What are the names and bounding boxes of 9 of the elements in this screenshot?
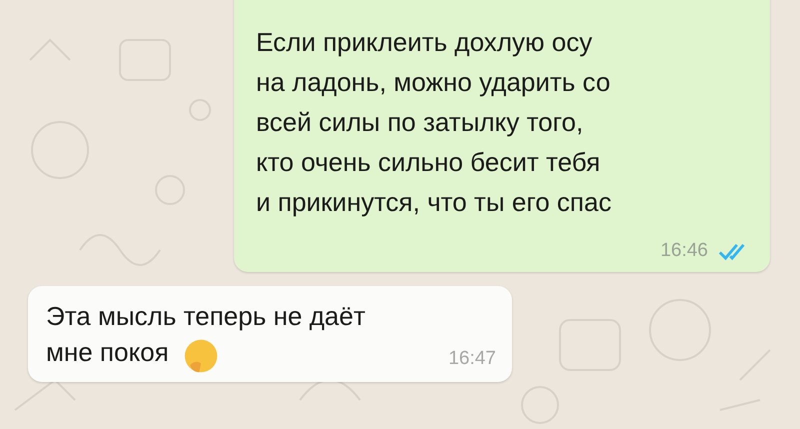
- message-line: на ладонь, можно ударить со: [256, 67, 610, 97]
- message-line: кто очень сильно бесит тебя: [256, 147, 600, 177]
- message-line: мне покоя: [46, 337, 169, 367]
- message-line: Эта мысль теперь не даёт: [46, 301, 366, 331]
- message-line: Если приклеить дохлую осу: [256, 27, 592, 57]
- message-line: и прикинутся, что ты его спас: [256, 187, 612, 217]
- message-line: всей силы по затылку того,: [256, 107, 584, 137]
- message-time: 16:47: [448, 348, 496, 370]
- message-time: 16:46: [660, 240, 708, 262]
